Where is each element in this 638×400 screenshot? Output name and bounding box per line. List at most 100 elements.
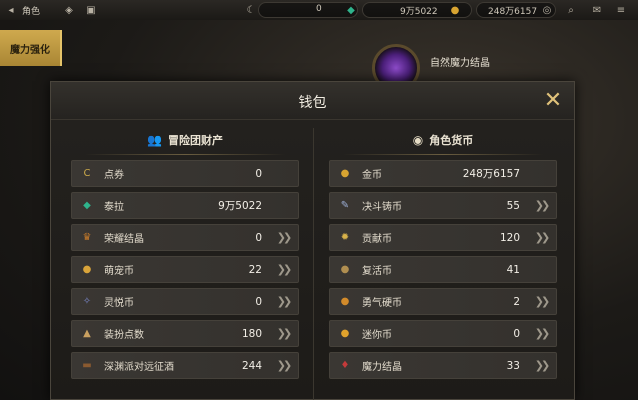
left-currency-list: C 点券 0 ◆ 泰拉 9万5022 ♛ 荣耀结晶 0 ❯❯ ● 萌宠币 22 ❯❯ ✧ 灵悦币 0 ❯❯ ▲ 装扮点… xyxy=(71,160,299,384)
left-panel-title: 冒险团财产 xyxy=(167,134,223,147)
currency-value: 248万6157 xyxy=(462,168,520,180)
currency-row[interactable]: ▬ 深渊派对远征酒 244 ❯❯ xyxy=(71,352,299,379)
side-tab-magic-enhance[interactable]: 魔力强化 xyxy=(0,30,62,66)
currency-value: 33 xyxy=(506,359,520,372)
currency-row[interactable]: ● 金币 248万6157 xyxy=(329,160,557,187)
chevron-right-icon[interactable]: ❯❯ xyxy=(274,262,292,278)
currency-label: 魔力结晶 xyxy=(362,362,402,373)
currency-value: 41 xyxy=(506,263,520,276)
currency-row[interactable]: ▲ 装扮点数 180 ❯❯ xyxy=(71,320,299,347)
panel-divider xyxy=(313,128,314,400)
chevron-right-icon[interactable]: ❯❯ xyxy=(532,358,550,374)
abyss-wine-icon: ▬ xyxy=(82,360,92,371)
mini-coin-icon: ● xyxy=(340,328,350,339)
header-underline xyxy=(343,154,543,155)
trophy-icon: ♛ xyxy=(82,232,92,243)
back-icon[interactable]: ◂ xyxy=(4,3,18,17)
chevron-right-icon[interactable]: ❯❯ xyxy=(274,358,292,374)
character-currency-panel: ◉ 角色货币 ● 金币 248万6157 ✎ 决斗铸币 55 ❯❯ ✹ 贡献币 120 ❯❯ ● 复活币… xyxy=(323,128,563,400)
wallet-dialog: 钱包 ✕ 👥 冒险团财产 C 点券 0 ◆ 泰拉 9万5022 ♛ 荣耀结晶 0 ❯❯ ● 萌宠币 22… xyxy=(50,81,575,400)
search-icon[interactable]: ⌕ xyxy=(564,3,578,17)
currency-value: 0 xyxy=(255,231,262,244)
costume-point-icon: ▲ xyxy=(83,328,91,339)
panel-header-left: 👥 冒险团财产 xyxy=(65,128,305,152)
currency-label: 金币 xyxy=(362,170,382,181)
currency-label: 勇气硬币 xyxy=(362,298,402,309)
currency-label: 点券 xyxy=(104,170,124,181)
third-currency-value: 248万6157 xyxy=(488,7,538,17)
pet-coin-icon: ● xyxy=(82,264,92,275)
coin-stack-icon: ◉ xyxy=(412,133,424,147)
currency-value: 244 xyxy=(241,359,262,372)
currency-label: 萌宠币 xyxy=(104,266,134,277)
chevron-right-icon[interactable]: ❯❯ xyxy=(532,294,550,310)
tera-icon: ◆ xyxy=(347,4,355,16)
revive-coin-icon: ● xyxy=(340,264,350,275)
adventure-team-assets-panel: 👥 冒险团财产 C 点券 0 ◆ 泰拉 9万5022 ♛ 荣耀结晶 0 ❯❯ ● 萌宠币 22 ❯❯ ✧ 灵悦… xyxy=(65,128,305,400)
currency-label: 灵悦币 xyxy=(104,298,134,309)
contribution-coin-icon: ✹ xyxy=(340,232,350,243)
bag-icon[interactable]: ▣ xyxy=(84,3,98,17)
currency-value: 55 xyxy=(506,199,520,212)
gold-pile-icon: ◎ xyxy=(542,4,552,16)
currency-label: 迷你币 xyxy=(362,330,392,341)
top-menu-label[interactable]: 角色 xyxy=(22,4,40,17)
chevron-right-icon[interactable]: ❯❯ xyxy=(274,294,292,310)
currency-label: 装扮点数 xyxy=(104,330,144,341)
currency-value: 2 xyxy=(513,295,520,308)
currency-row[interactable]: ♦ 魔力结晶 33 ❯❯ xyxy=(329,352,557,379)
currency-label: 复活币 xyxy=(362,266,392,277)
currency-label: 荣耀结晶 xyxy=(104,234,144,245)
currency-row[interactable]: ● 萌宠币 22 ❯❯ xyxy=(71,256,299,283)
chevron-right-icon[interactable]: ❯❯ xyxy=(532,198,550,214)
second-currency-value: 9万5022 xyxy=(400,7,438,17)
chevron-right-icon[interactable]: ❯❯ xyxy=(532,326,550,342)
currency-value: 120 xyxy=(499,231,520,244)
dialog-header: 钱包 ✕ xyxy=(51,82,574,120)
currency-value: 22 xyxy=(248,263,262,276)
currency-row[interactable]: ✎ 决斗铸币 55 ❯❯ xyxy=(329,192,557,219)
team-icon: 👥 xyxy=(147,133,162,147)
moon-icon: ☾ xyxy=(246,4,256,16)
chevron-right-icon[interactable]: ❯❯ xyxy=(274,326,292,342)
header-underline xyxy=(85,154,285,155)
right-currency-list: ● 金币 248万6157 ✎ 决斗铸币 55 ❯❯ ✹ 贡献币 120 ❯❯ ● 复活币 41 ● 勇气硬币… xyxy=(329,160,557,384)
close-button[interactable]: ✕ xyxy=(540,88,566,114)
gold-coin-icon: ● xyxy=(340,168,350,179)
diamond-icon[interactable]: ◈ xyxy=(62,3,76,17)
gold-icon: ● xyxy=(450,4,460,16)
currency-row[interactable]: ● 迷你币 0 ❯❯ xyxy=(329,320,557,347)
currency-label: 泰拉 xyxy=(104,202,124,213)
first-currency-value: 0 xyxy=(316,4,322,14)
more-icon[interactable]: ≡ xyxy=(614,3,628,17)
duel-coin-icon: ✎ xyxy=(340,200,350,211)
spirit-coin-icon: ✧ xyxy=(82,296,92,307)
chevron-right-icon[interactable]: ❯❯ xyxy=(532,230,550,246)
c-coin-icon: C xyxy=(83,168,91,179)
currency-label: 决斗铸币 xyxy=(362,202,402,213)
currency-label: 深渊派对远征酒 xyxy=(104,362,174,373)
panel-header-right: ◉ 角色货币 xyxy=(323,128,563,152)
right-panel-title: 角色货币 xyxy=(429,134,474,147)
background-item-title: 自然魔力结晶 xyxy=(430,58,490,69)
currency-row[interactable]: ✧ 灵悦币 0 ❯❯ xyxy=(71,288,299,315)
currency-value: 0 xyxy=(255,295,262,308)
magic-crystal-icon: ♦ xyxy=(340,360,350,371)
currency-value: 0 xyxy=(255,167,262,180)
chevron-right-icon[interactable]: ❯❯ xyxy=(274,230,292,246)
mail-icon[interactable]: ✉ xyxy=(590,3,604,17)
currency-label: 贡献币 xyxy=(362,234,392,245)
currency-value: 9万5022 xyxy=(218,200,262,212)
currency-row[interactable]: ♛ 荣耀结晶 0 ❯❯ xyxy=(71,224,299,251)
courage-coin-icon: ● xyxy=(340,296,350,307)
top-status-bar: ◂ 角色 ◈ ▣ ☾ 0 ◆ 9万5022 ● 248万6157 ◎ ⌕ ✉ ≡ xyxy=(0,0,638,20)
currency-value: 180 xyxy=(241,327,262,340)
close-icon: ✕ xyxy=(543,88,563,113)
currency-row[interactable]: ● 复活币 41 xyxy=(329,256,557,283)
currency-row[interactable]: ● 勇气硬币 2 ❯❯ xyxy=(329,288,557,315)
tera-crystal-icon: ◆ xyxy=(83,200,91,211)
currency-row[interactable]: ✹ 贡献币 120 ❯❯ xyxy=(329,224,557,251)
currency-row[interactable]: ◆ 泰拉 9万5022 xyxy=(71,192,299,219)
currency-value: 0 xyxy=(513,327,520,340)
currency-row[interactable]: C 点券 0 xyxy=(71,160,299,187)
